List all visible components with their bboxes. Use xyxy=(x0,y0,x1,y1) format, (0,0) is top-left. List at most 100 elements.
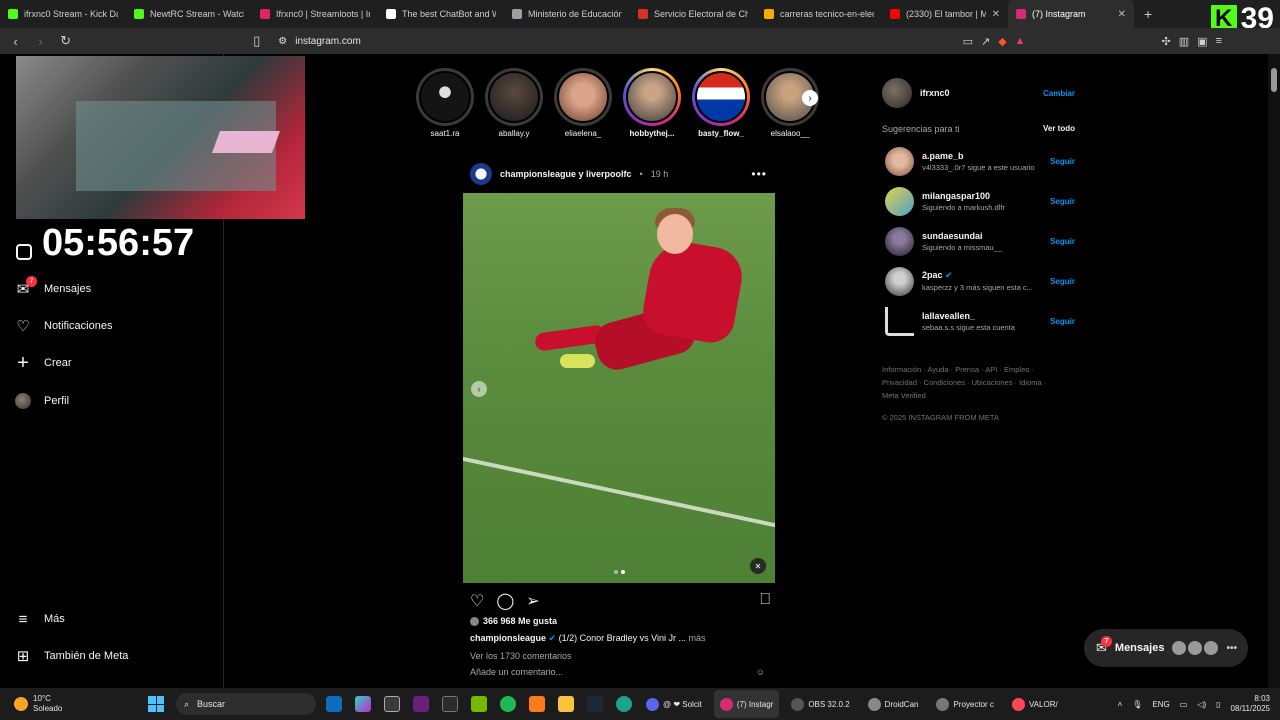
avatar[interactable] xyxy=(885,226,914,256)
close-tab-icon[interactable]: ✕ xyxy=(992,9,1000,20)
sidebar-toggle-icon[interactable]: ▥ xyxy=(1179,35,1189,48)
sidebar-item-notificaciones[interactable]: ♡ Notificaciones xyxy=(14,317,112,335)
edge-icon[interactable] xyxy=(616,696,632,712)
wallet-icon[interactable]: ▣ xyxy=(1197,35,1207,48)
mute-icon[interactable]: ✕ xyxy=(750,558,766,574)
caption-more-link[interactable]: más xyxy=(689,633,706,643)
suggestion-username[interactable]: a.pame_b xyxy=(922,151,1042,161)
brave-shield-icon[interactable]: ◆ xyxy=(998,35,1006,48)
taskbar-clock[interactable]: 8:03 08/11/2025 xyxy=(1231,694,1270,714)
share-icon[interactable]: ➢ xyxy=(526,591,539,610)
volume-icon[interactable]: ◁) xyxy=(1197,700,1206,709)
avatar[interactable] xyxy=(885,186,914,216)
see-all-link[interactable]: Ver todo xyxy=(1043,124,1075,134)
post-time[interactable]: 19 h xyxy=(651,169,669,179)
comment-icon[interactable]: ◯ xyxy=(496,591,514,610)
weather-widget[interactable]: 10°C Soleado xyxy=(0,694,140,714)
extensions-icon[interactable]: ✣ xyxy=(1162,35,1171,48)
like-icon[interactable]: ♡ xyxy=(470,591,484,610)
follow-button[interactable]: Seguir xyxy=(1050,317,1075,326)
url-field[interactable]: ⚙ instagram.com xyxy=(274,31,952,51)
store-icon[interactable] xyxy=(384,696,400,712)
caption-username[interactable]: championsleague xyxy=(470,633,546,643)
taskbar-app[interactable]: Proyector c xyxy=(930,690,999,718)
forward-icon[interactable]: › xyxy=(33,34,48,49)
browser-tab[interactable]: Servicio Electoral de Chile xyxy=(630,0,756,28)
language-indicator[interactable]: ENG xyxy=(1152,700,1169,709)
sidebar-item-crear[interactable]: + Crear xyxy=(14,352,71,374)
terminal-icon[interactable] xyxy=(442,696,458,712)
site-info-icon[interactable]: ⚙ xyxy=(278,36,287,47)
taskbar-search[interactable]: ⌕ Buscar xyxy=(176,693,316,715)
browser-tab[interactable]: (7) Instagram ✕ xyxy=(1008,0,1134,28)
story-item[interactable]: hobbythej... xyxy=(623,68,681,138)
add-comment-field[interactable]: Añade un comentario... ☺ xyxy=(470,667,765,677)
cast-icon[interactable]: ▭ xyxy=(963,35,973,48)
avatar[interactable] xyxy=(885,146,914,176)
nvidia-icon[interactable] xyxy=(471,696,487,712)
post-author[interactable]: championsleague y liverpoolfc xyxy=(500,169,632,179)
suggestion-username[interactable]: 2pac ✔ xyxy=(922,270,1042,281)
taskbar-app[interactable]: (7) Instagr xyxy=(713,690,780,718)
close-tab-icon[interactable]: ✕ xyxy=(1118,9,1126,20)
browser-tab[interactable]: The best ChatBot and Wid xyxy=(378,0,504,28)
avatar[interactable] xyxy=(882,78,912,108)
browser-tab[interactable]: NewtRC Stream - Watch L xyxy=(126,0,252,28)
story-item[interactable]: basty_flow_ xyxy=(692,68,750,138)
story-item[interactable]: saat1.ra xyxy=(416,68,474,138)
menu-icon[interactable]: ≡ xyxy=(1216,35,1222,48)
reload-icon[interactable]: ↻ xyxy=(58,33,73,49)
visual-studio-icon[interactable] xyxy=(413,696,429,712)
taskbar-app[interactable]: VALOR/ xyxy=(1006,690,1064,718)
follow-button[interactable]: Seguir xyxy=(1050,157,1075,166)
follow-button[interactable]: Seguir xyxy=(1050,277,1075,286)
steam-icon[interactable] xyxy=(587,696,603,712)
emoji-icon[interactable]: ☺ xyxy=(756,667,765,677)
spotify-icon[interactable] xyxy=(500,696,516,712)
follow-button[interactable]: Seguir xyxy=(1050,197,1075,206)
windows-start-icon[interactable] xyxy=(148,696,164,712)
browser-tab[interactable]: Ministerio de Educación d xyxy=(504,0,630,28)
taskbar-app[interactable]: DroidCan xyxy=(862,690,925,718)
back-icon[interactable]: ‹ xyxy=(8,34,23,49)
sidebar-item-mas[interactable]: ≡ Más xyxy=(14,610,65,628)
bookmark-icon[interactable]: ▯ xyxy=(249,33,264,49)
sidebar-item-tambien-de-meta[interactable]: ⊞ También de Meta xyxy=(14,647,129,665)
sidebar-item-mensajes[interactable]: ✉ 7 Mensajes xyxy=(14,276,91,298)
browser-tab[interactable]: ifrxnc0 Stream - Kick Dash xyxy=(0,0,126,28)
reels-icon[interactable] xyxy=(16,244,32,260)
story-item[interactable]: eliaelena_ xyxy=(554,68,612,138)
page-scrollbar[interactable] xyxy=(1268,54,1280,688)
sidebar-item-perfil[interactable]: Perfil xyxy=(14,392,69,410)
browser-tab[interactable]: carreras tecnico-en-electr xyxy=(756,0,882,28)
post-author-avatar[interactable] xyxy=(470,163,492,185)
stories-next-button[interactable]: › xyxy=(802,90,818,106)
more-options-icon[interactable]: ••• xyxy=(751,167,775,181)
footer-links[interactable]: Información · Ayuda · Prensa · API · Emp… xyxy=(882,363,1062,402)
view-comments-link[interactable]: Ver los 1730 comentarios xyxy=(470,651,572,661)
taskbar-app[interactable]: OBS 32.0.2 xyxy=(785,690,855,718)
switch-account-link[interactable]: Cambiar xyxy=(1043,89,1075,98)
follow-button[interactable]: Seguir xyxy=(1050,237,1075,246)
avatar[interactable] xyxy=(885,306,914,336)
story-item[interactable]: aballay.y xyxy=(485,68,543,138)
suggestion-username[interactable]: lallaveallen_ xyxy=(922,311,1042,321)
outlook-icon[interactable] xyxy=(326,696,342,712)
scrollbar-thumb[interactable] xyxy=(1271,68,1277,92)
file-explorer-icon[interactable] xyxy=(558,696,574,712)
battery-icon[interactable]: ▯ xyxy=(1216,700,1220,709)
messages-floating-button[interactable]: ✉ 7 Mensajes ••• xyxy=(1084,629,1248,667)
current-username[interactable]: ifrxnc0 xyxy=(920,88,950,98)
launcher-icon[interactable] xyxy=(529,696,545,712)
new-tab-button[interactable]: + xyxy=(1134,6,1162,22)
microphone-icon[interactable]: 🎙 xyxy=(1132,700,1142,709)
copilot-icon[interactable] xyxy=(355,696,371,712)
carousel-prev-button[interactable]: ‹ xyxy=(471,381,487,397)
likes-count[interactable]: 366 968 Me gusta xyxy=(470,616,557,626)
suggestion-username[interactable]: milangaspar100 xyxy=(922,191,1042,201)
brave-rewards-icon[interactable]: ▲ xyxy=(1015,35,1026,48)
chevron-up-icon[interactable]: ˄ xyxy=(1118,700,1123,709)
network-icon[interactable]: ▭ xyxy=(1180,700,1188,709)
browser-tab[interactable]: (2330) El tambor | Me ✕ xyxy=(882,0,1008,28)
browser-tab[interactable]: Ifrxnc0 | Streamloots | Inte xyxy=(252,0,378,28)
